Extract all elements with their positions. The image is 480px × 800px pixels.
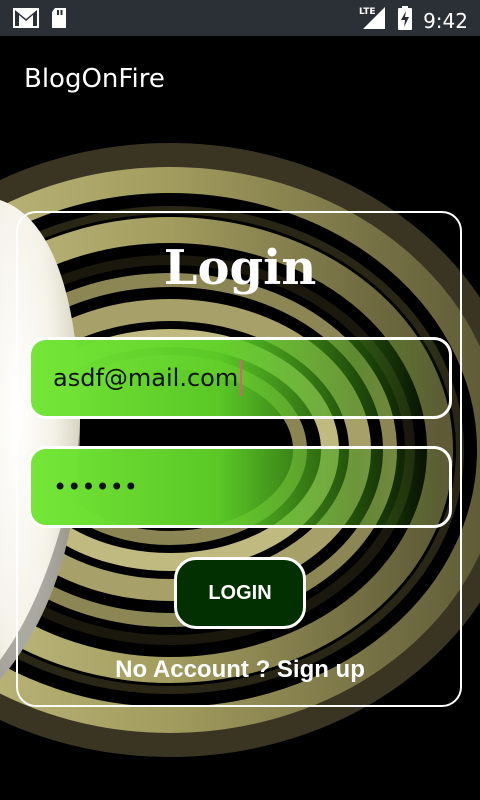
password-field-container [28, 446, 452, 528]
battery-icon [397, 5, 413, 36]
text-cursor [240, 360, 242, 396]
lte-signal-icon: LTE [359, 5, 387, 36]
email-field[interactable] [53, 340, 423, 416]
status-bar: LTE 9:42 [0, 0, 480, 36]
status-time: 9:42 [423, 8, 468, 33]
app-title: BlogOnFire [24, 64, 165, 94]
sd-card-icon [50, 6, 68, 35]
login-title: Login [163, 240, 317, 296]
password-field[interactable] [53, 449, 423, 525]
app-bar: BlogOnFire [0, 36, 480, 120]
signup-link[interactable]: No Account ? Sign up [0, 656, 480, 684]
svg-text:LTE: LTE [359, 7, 376, 17]
login-button[interactable]: LOGIN [174, 557, 306, 629]
gmail-icon [12, 6, 40, 35]
